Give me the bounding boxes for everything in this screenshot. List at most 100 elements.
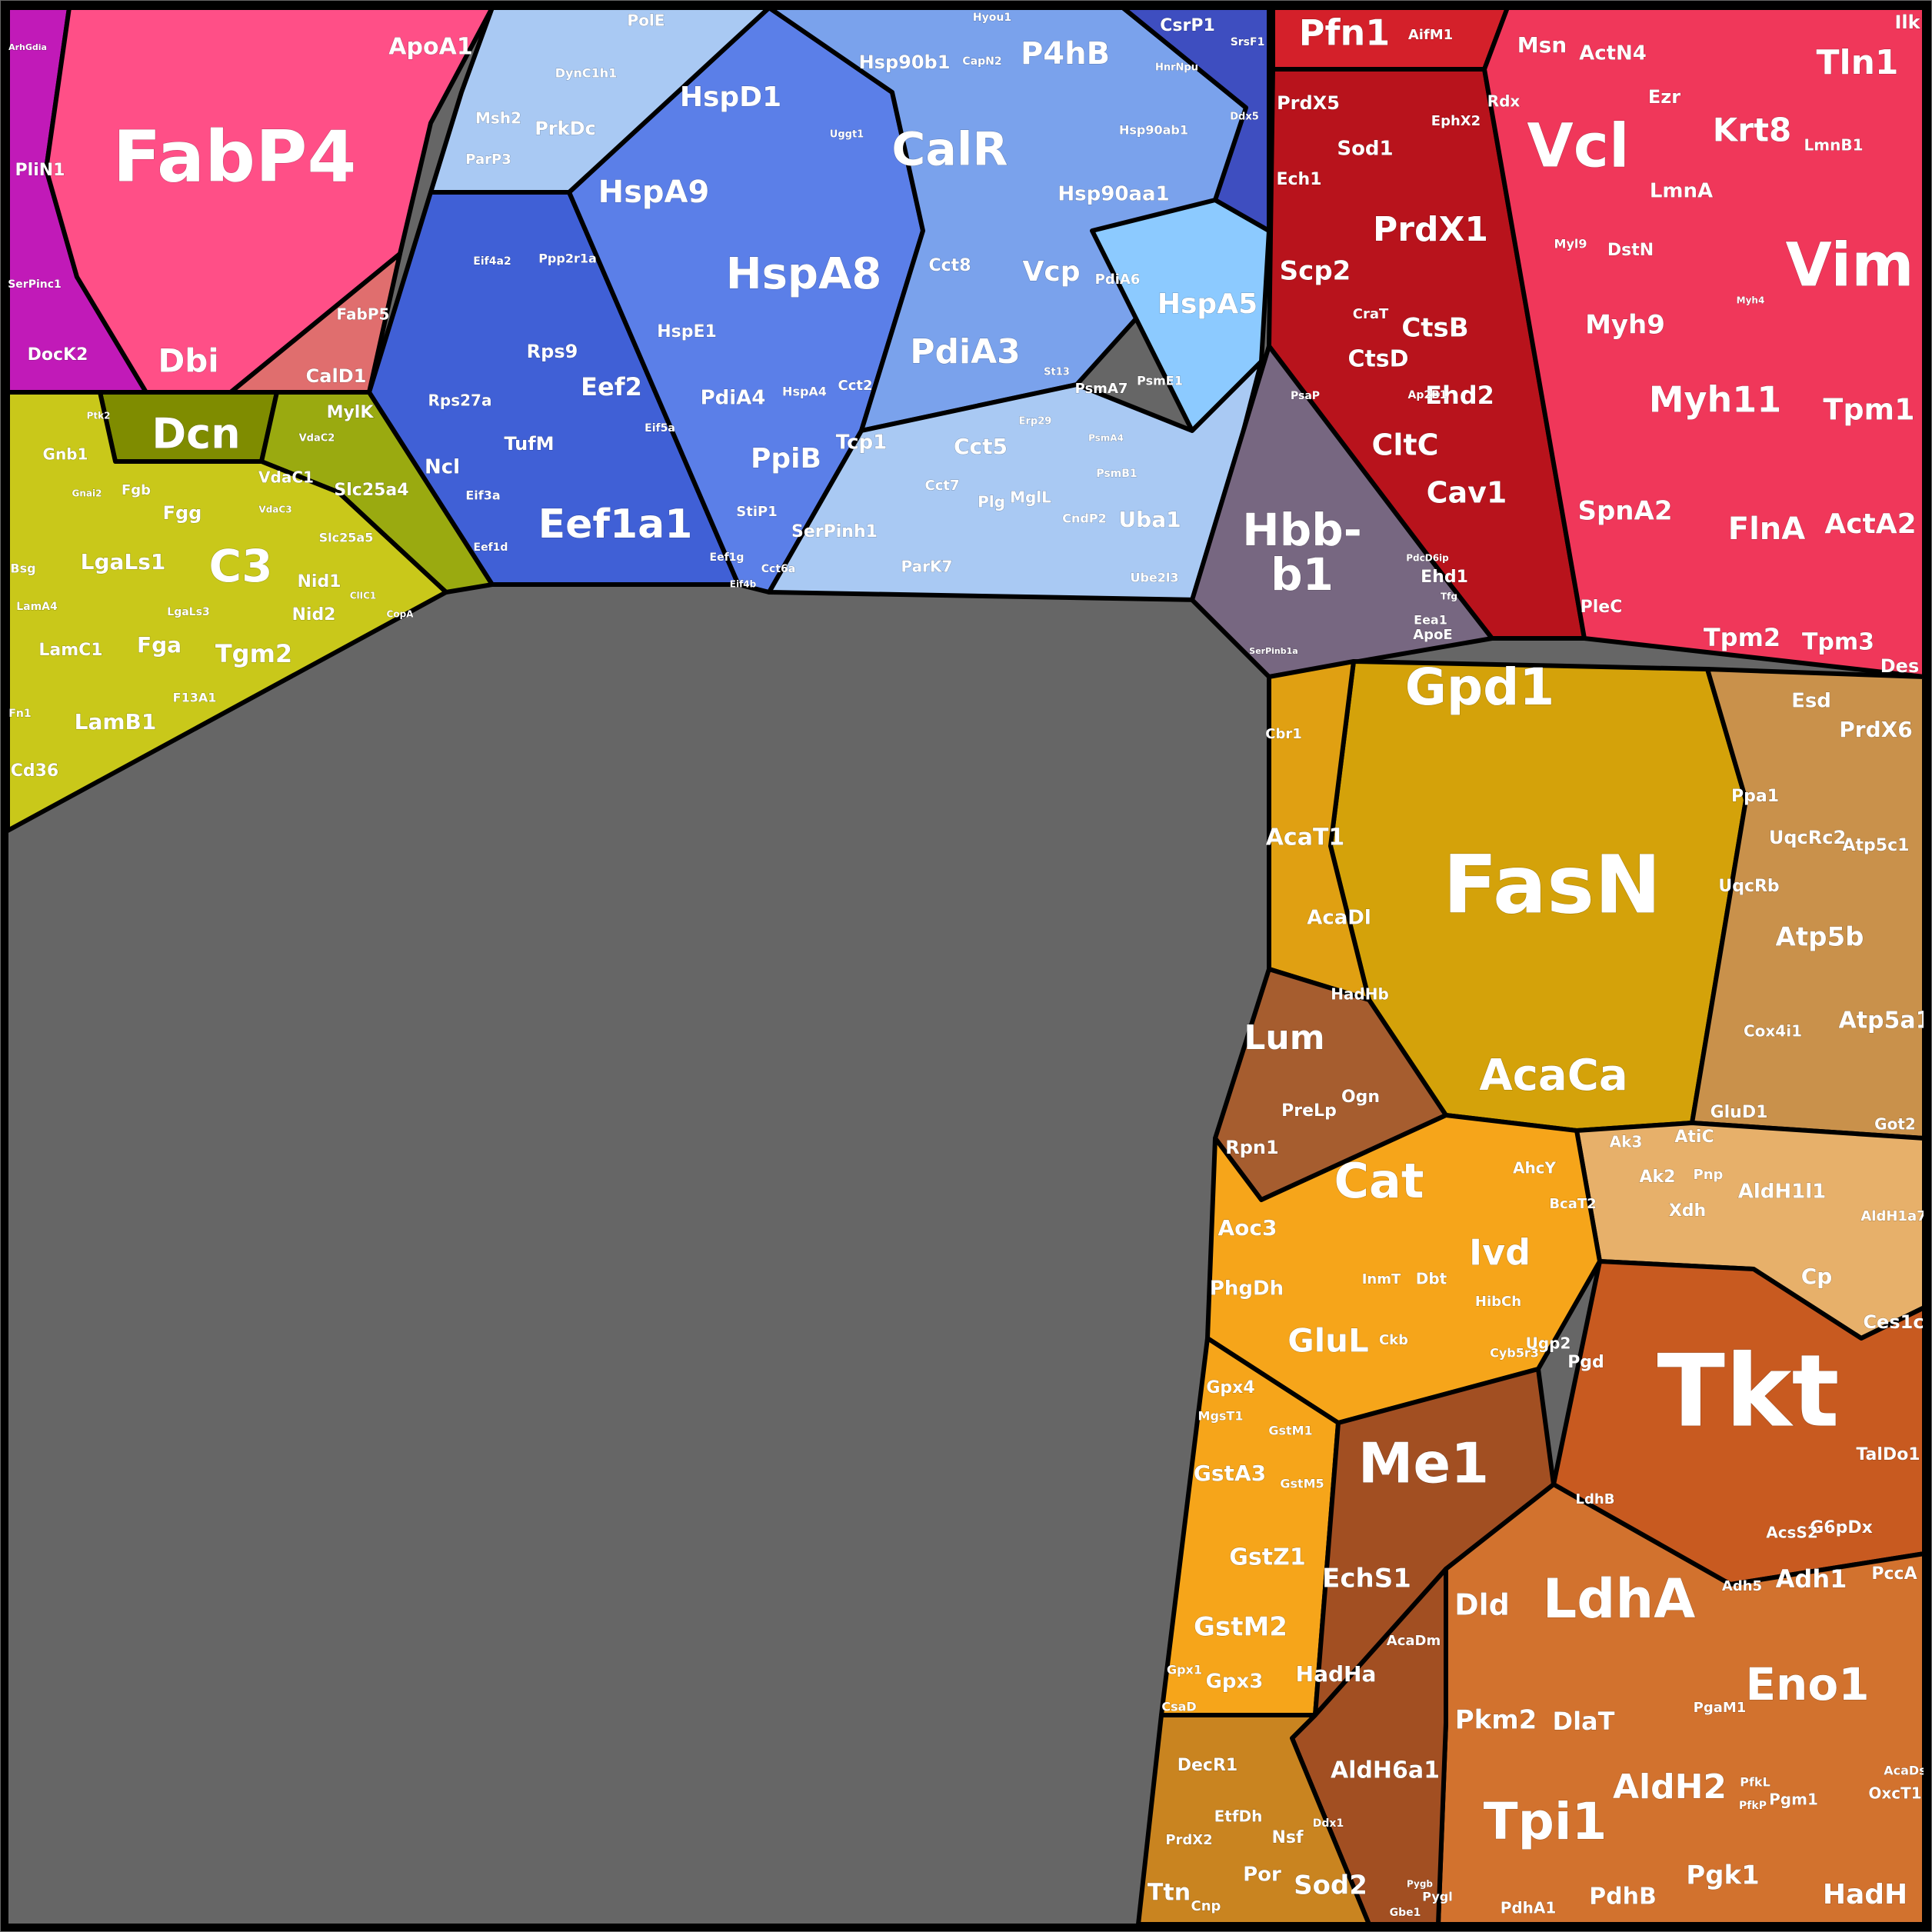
cell-label-echs1: EchS1 <box>1322 1564 1411 1594</box>
cell-label-decr1: DecR1 <box>1178 1756 1237 1775</box>
cell-label-glul: GluL <box>1287 1322 1369 1360</box>
cell-label-plec: PleC <box>1581 598 1623 617</box>
cell-label-hspe1: HspE1 <box>657 322 717 341</box>
cell-label-ppa1: Ppa1 <box>1731 787 1779 806</box>
cell-label-crat: CraT <box>1353 306 1389 322</box>
cell-label-nid2: Nid2 <box>291 605 335 625</box>
cell-label-eno1: Eno1 <box>1745 1658 1869 1710</box>
cell-label-stip1: StiP1 <box>736 504 777 520</box>
cell-label-psme1: PsmE1 <box>1137 374 1183 388</box>
cell-label-ttn: Ttn <box>1148 1880 1191 1907</box>
cell-label-hspd1: HspD1 <box>680 82 781 113</box>
cell-label-c3: C3 <box>209 540 273 592</box>
cell-label-pdia3: PdiA3 <box>910 332 1021 371</box>
cell-label-atp5c1: Atp5c1 <box>1843 836 1910 855</box>
cell-label-arhgdia: ArhGdia <box>8 42 47 52</box>
cell-label-clic1: ClIC1 <box>350 591 377 601</box>
cell-label-hsp90b1: Hsp90b1 <box>859 52 951 73</box>
cell-label-gsta3: GstA3 <box>1194 1461 1266 1486</box>
cell-label-lum: Lum <box>1244 1018 1324 1058</box>
cell-label-scp2: Scp2 <box>1280 256 1351 287</box>
cell-label-pdcd6ip: PdcD6ip <box>1406 553 1449 564</box>
cell-label-ppib: PpiB <box>751 443 821 475</box>
cell-label-mylk: MylK <box>327 403 375 422</box>
cell-label-eea1: Eea1 <box>1414 613 1447 628</box>
cell-label-acadm: AcaDm <box>1387 1633 1441 1649</box>
cell-label-phgdh: PhgDh <box>1210 1277 1284 1301</box>
cell-label-aifm1: AifM1 <box>1408 27 1453 43</box>
cell-label-acads: AcaDs <box>1884 1764 1926 1778</box>
cell-label-got2: Got2 <box>1874 1115 1916 1134</box>
cell-label-dbi: Dbi <box>158 342 218 380</box>
cell-label-pfkl: PfkL <box>1740 1775 1770 1790</box>
cell-label-rps27a: Rps27a <box>428 391 492 410</box>
cell-label-bcat2: BcaT2 <box>1549 1196 1596 1212</box>
cell-label-srsf1: SrsF1 <box>1231 36 1265 48</box>
cell-label-serpinc1: SerPinc1 <box>8 278 62 291</box>
cell-label-sod2: Sod2 <box>1294 1870 1367 1901</box>
cell-label-inmt: InmT <box>1362 1271 1401 1287</box>
cell-label-cndp2: CndP2 <box>1062 511 1106 526</box>
cell-label-mgll: MglL <box>1010 488 1051 507</box>
cell-label-hadhb: HadHb <box>1331 985 1389 1004</box>
cell-label-hadh: HadH <box>1823 1879 1907 1910</box>
cell-label-ap2b1: Ap2B1 <box>1407 389 1447 401</box>
cell-label-ak3: Ak3 <box>1610 1133 1643 1151</box>
cell-label-ldha: LdhA <box>1543 1567 1696 1631</box>
cell-label-pole: PolE <box>628 12 665 30</box>
cell-label-plin1: PliN1 <box>15 161 65 180</box>
cell-label-atp5a1: Atp5a1 <box>1838 1008 1931 1034</box>
cell-label-vim: Vim <box>1785 231 1914 300</box>
cell-label-serpinh1: SerPinh1 <box>791 522 878 541</box>
cell-label-pygl: Pygl <box>1422 1890 1452 1904</box>
cell-label-aldh6a1: AldH6a1 <box>1331 1757 1440 1784</box>
cell-label-ddx1: Ddx1 <box>1313 1817 1344 1830</box>
cell-label-pgam1: PgaM1 <box>1694 1700 1747 1716</box>
cell-label-oxct1: OxcT1 <box>1868 1784 1921 1803</box>
cell-label-f13a1: F13A1 <box>173 691 217 705</box>
cell-label-cct7: Cct7 <box>924 478 959 494</box>
cell-label-hadha: HadHa <box>1296 1661 1377 1687</box>
cell-label-hyou1: Hyou1 <box>973 12 1011 24</box>
cell-label-rps9: Rps9 <box>527 341 578 362</box>
cell-label-cox4i1: Cox4i1 <box>1744 1022 1802 1041</box>
cell-label-lamc1: LamC1 <box>38 641 102 660</box>
cell-label-xdh: Xdh <box>1669 1201 1706 1221</box>
cell-label-gpd1: Gpd1 <box>1405 658 1555 717</box>
cell-label-vcp: Vcp <box>1023 256 1081 288</box>
cell-label-des: Des <box>1880 655 1919 677</box>
cell-label-acta2: ActA2 <box>1824 508 1916 540</box>
cell-label-prdx2: PrdX2 <box>1165 1832 1212 1848</box>
cell-label-dcn: Dcn <box>152 410 240 458</box>
cell-label-prkdc: PrkDc <box>535 118 596 139</box>
cell-label-hspa5: HspA5 <box>1158 288 1257 320</box>
cell-label-flna: FlnA <box>1728 511 1806 547</box>
cell-label-ube2l3: Ube2l3 <box>1130 571 1178 585</box>
cell-label-aldh1l1: AldH1l1 <box>1738 1181 1827 1204</box>
cell-label-gstm2: GstM2 <box>1194 1612 1287 1643</box>
cell-label-spna2: SpnA2 <box>1577 496 1672 527</box>
cell-label-vdac1: VdaC1 <box>258 468 314 487</box>
cell-label-pkm2: Pkm2 <box>1455 1705 1537 1736</box>
cell-label-ctsb: CtsB <box>1401 313 1468 344</box>
cell-label-st13: St13 <box>1044 367 1070 378</box>
cell-label-ilk: Ilk <box>1894 12 1920 33</box>
cell-label-ldhb: LdhB <box>1576 1491 1615 1507</box>
cell-label-me1: Me1 <box>1358 1431 1490 1496</box>
cell-label-cct2: Cct2 <box>838 378 872 394</box>
cell-label-aoc3: Aoc3 <box>1218 1215 1277 1241</box>
cell-label-eif3a: Eif3a <box>465 488 500 503</box>
cell-label-ptk2: Ptk2 <box>87 411 111 421</box>
cell-label-tufm: TufM <box>504 433 554 455</box>
cell-label-myl9: Myl9 <box>1554 237 1587 251</box>
cell-label-uqcrc2: UqcRc2 <box>1769 827 1846 848</box>
cell-label-gstz1: GstZ1 <box>1229 1544 1305 1571</box>
cell-label-gnb1: Gnb1 <box>43 445 88 464</box>
cell-label-tpm2: Tpm2 <box>1704 623 1780 652</box>
cell-label-slc25a5: Slc25a5 <box>319 531 374 545</box>
cell-label-fabp4: FabP4 <box>113 115 357 198</box>
cell-label-vdac3: VdaC3 <box>258 505 291 515</box>
cell-label-cat: Cat <box>1334 1153 1424 1209</box>
cell-label-atp5b: Atp5b <box>1776 922 1864 953</box>
cell-label-apoa1: ApoA1 <box>388 34 472 61</box>
